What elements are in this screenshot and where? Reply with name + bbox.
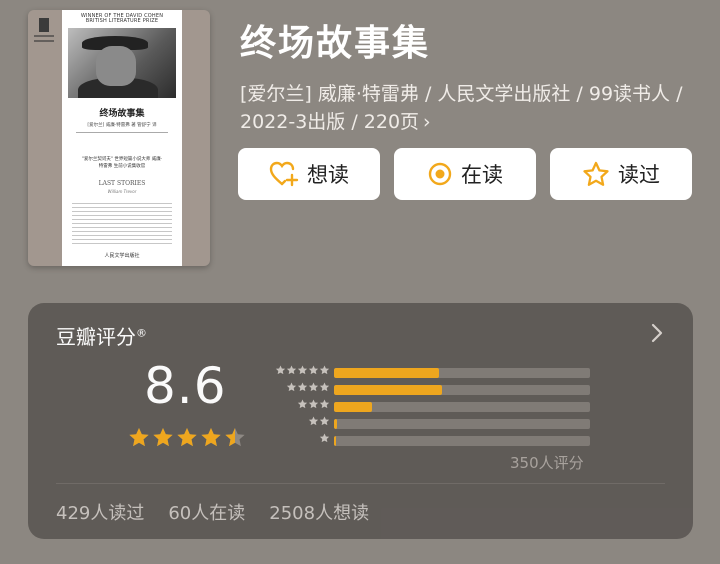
reading-label: 在读 bbox=[461, 163, 503, 187]
star-small-icon bbox=[319, 365, 330, 375]
star-small-icon bbox=[308, 416, 319, 426]
reading-button[interactable]: 在读 bbox=[394, 148, 536, 200]
book-meta: [爱尔兰] 威廉·特雷弗 / 人民文学出版社 / 99读书人 / 2022-3出… bbox=[240, 83, 683, 133]
histogram-bar bbox=[334, 368, 439, 378]
target-icon bbox=[428, 162, 452, 186]
histogram-stars bbox=[297, 399, 330, 409]
registered-mark: ® bbox=[136, 326, 147, 340]
star-small-icon bbox=[275, 365, 286, 375]
histogram-bar bbox=[334, 419, 337, 429]
want-to-read-button[interactable]: 想读 bbox=[238, 148, 380, 200]
histogram-stars bbox=[319, 433, 330, 443]
cover-page: WINNER OF THE DAVID COHEN BRITISH LITERA… bbox=[62, 10, 182, 266]
histogram-track bbox=[334, 419, 590, 429]
histogram-row-5-star bbox=[258, 364, 598, 382]
read-count[interactable]: 429人读过 bbox=[56, 499, 144, 525]
divider bbox=[56, 483, 665, 484]
chevron-right-icon: › bbox=[423, 111, 431, 133]
heart-plus-icon bbox=[269, 161, 299, 187]
histogram-track bbox=[334, 385, 590, 395]
chevron-right-icon[interactable] bbox=[651, 323, 663, 343]
histogram-bar bbox=[334, 402, 373, 412]
book-title: 终场故事集 bbox=[240, 23, 431, 64]
have-read-label: 读过 bbox=[618, 163, 660, 187]
star-small-icon bbox=[286, 382, 297, 392]
star-small-icon bbox=[297, 382, 308, 392]
star-full-icon bbox=[177, 428, 197, 447]
histogram-track bbox=[334, 402, 590, 412]
histogram-track bbox=[334, 368, 590, 378]
star-small-icon bbox=[297, 365, 308, 375]
rating-stars bbox=[128, 427, 248, 448]
want-count[interactable]: 2508人想读 bbox=[269, 499, 369, 525]
star-small-icon bbox=[286, 365, 297, 375]
reader-stats: 429人读过 60人在读 2508人想读 bbox=[56, 499, 393, 525]
star-small-icon bbox=[319, 416, 330, 426]
book-cover[interactable]: WINNER OF THE DAVID COHEN BRITISH LITERA… bbox=[28, 10, 210, 266]
want-to-read-label: 想读 bbox=[307, 163, 349, 187]
rating-title-text: 豆瓣评分 bbox=[56, 325, 136, 349]
star-small-icon bbox=[308, 399, 319, 409]
cover-quote: "爱尔兰契诃夫" 世界短篇小说大师 威廉·特雷弗 生前小说集收官 bbox=[81, 157, 163, 169]
cover-publisher: 人民文学出版社 bbox=[104, 253, 140, 259]
star-small-icon bbox=[319, 382, 330, 392]
histogram-track bbox=[334, 436, 590, 446]
histogram-row-3-star bbox=[258, 398, 598, 416]
star-small-icon bbox=[308, 365, 319, 375]
rater-count[interactable]: 350人评分 bbox=[510, 452, 584, 473]
star-small-icon bbox=[319, 399, 330, 409]
histogram-bar bbox=[334, 385, 442, 395]
rating-title: 豆瓣评分® bbox=[56, 321, 147, 350]
star-small-icon bbox=[308, 382, 319, 392]
star-small-icon bbox=[297, 399, 308, 409]
star-full-icon bbox=[201, 428, 221, 447]
star-full-icon bbox=[129, 428, 149, 447]
book-meta-link[interactable]: [爱尔兰] 威廉·特雷弗 / 人民文学出版社 / 99读书人 / 2022-3出… bbox=[240, 80, 700, 136]
histogram-bar bbox=[334, 436, 337, 446]
star-half-icon bbox=[225, 428, 245, 447]
cover-title: 终场故事集 bbox=[99, 109, 145, 119]
douban-rating-panel[interactable]: 豆瓣评分® 8.6 350人评分 429人读过 60人在读 2508人想读 bbox=[28, 303, 693, 539]
reading-count[interactable]: 60人在读 bbox=[168, 499, 245, 525]
cover-top-text: WINNER OF THE DAVID COHEN BRITISH LITERA… bbox=[80, 13, 164, 24]
histogram-stars bbox=[308, 416, 330, 426]
cover-en-author: William Trevor bbox=[107, 189, 137, 194]
histogram-row-4-star bbox=[258, 381, 598, 399]
cover-authors: [爱尔兰] 威廉·特雷弗 著 管舒宁 译 bbox=[87, 123, 157, 128]
cover-body-text bbox=[72, 200, 172, 244]
star-outline-icon bbox=[583, 161, 609, 186]
histogram-row-2-star bbox=[258, 415, 598, 433]
author-photo bbox=[68, 28, 176, 98]
histogram-row-1-star bbox=[258, 432, 598, 450]
rating-score: 8.6 bbox=[144, 357, 227, 415]
histogram-stars bbox=[275, 365, 330, 375]
publisher-logo bbox=[34, 18, 54, 52]
cover-en-title: LAST STORIES bbox=[98, 180, 146, 187]
cover-divider bbox=[76, 132, 168, 133]
have-read-button[interactable]: 读过 bbox=[550, 148, 692, 200]
star-full-icon bbox=[153, 428, 173, 447]
star-small-icon bbox=[319, 433, 330, 443]
histogram-stars bbox=[286, 382, 330, 392]
